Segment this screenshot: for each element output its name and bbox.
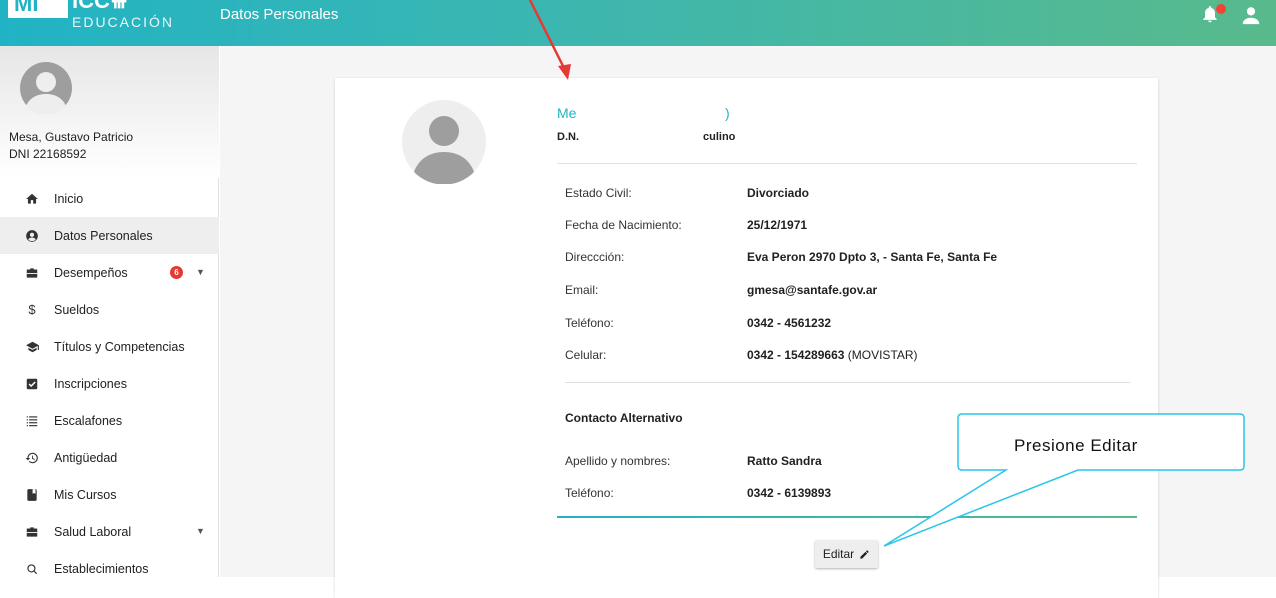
- sidebar-item-titulos[interactable]: Títulos y Competencias: [0, 328, 219, 365]
- page-title: Datos Personales: [220, 6, 339, 23]
- field-label: Apellido y nombres:: [565, 454, 671, 468]
- app-logo[interactable]: MI ICC⧻ EDUCACIÓN: [8, 0, 178, 46]
- checkbox-icon: [24, 376, 40, 392]
- field-label: Teléfono:: [565, 486, 614, 500]
- sidebar-item-establecimientos[interactable]: Establecimientos: [0, 550, 219, 587]
- person-dni-part: culino: [703, 131, 736, 143]
- section-title-contacto: Contacto Alternativo: [565, 411, 683, 425]
- status-badge: 6: [170, 266, 183, 279]
- graduation-cap-icon: [24, 339, 40, 355]
- logo-mark: MI: [8, 0, 68, 18]
- avatar: [402, 100, 486, 184]
- sidebar-item-label: Inicio: [54, 191, 84, 206]
- sidebar-item-label: Sueldos: [54, 302, 100, 317]
- search-icon: [24, 561, 40, 577]
- callout-text: Presione Editar: [1014, 436, 1138, 455]
- person-name-part: Me: [557, 105, 577, 121]
- sidebar-item-escalafones[interactable]: Escalafones: [0, 402, 219, 439]
- user-icon[interactable]: [1240, 4, 1262, 26]
- sidebar-item-label: Títulos y Competencias: [54, 339, 185, 354]
- field-value: 0342 - 154289663 (MOVISTAR): [747, 348, 1067, 362]
- field-value: Eva Peron 2970 Dpto 3, - Santa Fe, Santa…: [747, 250, 998, 264]
- celular-number: 0342 - 154289663: [747, 348, 845, 362]
- field-label: Celular:: [565, 348, 607, 362]
- sidebar-menu: Inicio Datos Personales Desempeños 6 ▼ $…: [0, 180, 219, 587]
- field-value: Ratto Sandra: [747, 454, 822, 468]
- sidebar-item-mis-cursos[interactable]: Mis Cursos: [0, 476, 219, 513]
- divider: [557, 163, 1137, 164]
- sidebar-item-salud-laboral[interactable]: Salud Laboral ▼: [0, 513, 219, 550]
- chevron-down-icon[interactable]: ▼: [196, 267, 205, 277]
- field-label: Fecha de Nacimiento:: [565, 218, 682, 232]
- field-value: gmesa@santafe.gov.ar: [747, 283, 878, 297]
- briefcase-icon: [24, 265, 40, 281]
- profile-dni: DNI 22168592: [9, 147, 87, 161]
- profile-name: Mesa, Gustavo Patricio: [9, 130, 134, 144]
- logo-subtitle: EDUCACIÓN: [72, 14, 175, 30]
- field-label: Email:: [565, 283, 599, 297]
- sidebar: Mesa, Gustavo Patricio DNI 22168592 Inic…: [0, 46, 219, 577]
- divider: [565, 382, 1130, 383]
- notification-badge: [1216, 4, 1226, 14]
- field-label: Teléfono:: [565, 316, 614, 330]
- sidebar-item-label: Salud Laboral: [54, 524, 132, 539]
- sidebar-item-inscripciones[interactable]: Inscripciones: [0, 365, 219, 402]
- pencil-icon: [860, 549, 869, 559]
- main-content: Me ) D.N. culino Estado Civil: Divorciad…: [220, 46, 1276, 598]
- dollar-icon: $: [28, 302, 36, 317]
- sidebar-item-label: Escalafones: [54, 413, 123, 428]
- sidebar-item-sueldos[interactable]: $ Sueldos: [0, 291, 219, 328]
- top-app-bar: MI ICC⧻ EDUCACIÓN Datos Personales: [0, 0, 1276, 46]
- sidebar-item-desempenos[interactable]: Desempeños 6 ▼: [0, 254, 219, 291]
- celular-carrier: (MOVISTAR): [844, 348, 918, 362]
- account-circle-icon: [24, 228, 40, 244]
- history-icon: [24, 450, 40, 466]
- sidebar-item-inicio[interactable]: Inicio: [0, 180, 219, 217]
- field-label: Estado Civil:: [565, 186, 632, 200]
- sidebar-profile: Mesa, Gustavo Patricio DNI 22168592: [0, 46, 219, 178]
- person-dni-part: D.N.: [557, 131, 579, 143]
- field-value: 0342 - 4561232: [747, 316, 832, 330]
- sidebar-item-label: Datos Personales: [54, 228, 153, 243]
- field-value: 25/12/1971: [747, 218, 808, 232]
- sidebar-item-datos-personales[interactable]: Datos Personales: [0, 217, 219, 254]
- logo-word: ICC⧻: [72, 0, 129, 13]
- sidebar-item-label: Antigüedad: [54, 450, 118, 465]
- sidebar-item-label: Mis Cursos: [54, 487, 117, 502]
- sidebar-item-label: Desempeños: [54, 265, 128, 280]
- edit-button[interactable]: Editar: [815, 540, 878, 568]
- person-dni: D.N. culino: [557, 131, 857, 147]
- sidebar-item-label: Establecimientos: [54, 561, 149, 576]
- book-icon: [24, 487, 40, 503]
- chevron-down-icon[interactable]: ▼: [196, 526, 205, 536]
- field-value: 0342 - 6139893: [747, 486, 832, 500]
- accent-divider: [557, 516, 1137, 518]
- sidebar-item-antiguedad[interactable]: Antigüedad: [0, 439, 219, 476]
- avatar: [20, 62, 72, 114]
- field-value: Divorciado: [747, 186, 810, 200]
- person-name: Me ): [557, 105, 857, 125]
- field-label: Direccción:: [565, 250, 625, 264]
- edit-button-label: Editar: [822, 547, 855, 561]
- list-icon: [24, 413, 40, 429]
- sidebar-item-label: Inscripciones: [54, 376, 127, 391]
- person-name-part: ): [725, 105, 730, 121]
- home-icon: [24, 191, 40, 207]
- personal-data-card: Me ) D.N. culino Estado Civil: Divorciad…: [335, 78, 1158, 598]
- briefcase-icon: [24, 524, 40, 540]
